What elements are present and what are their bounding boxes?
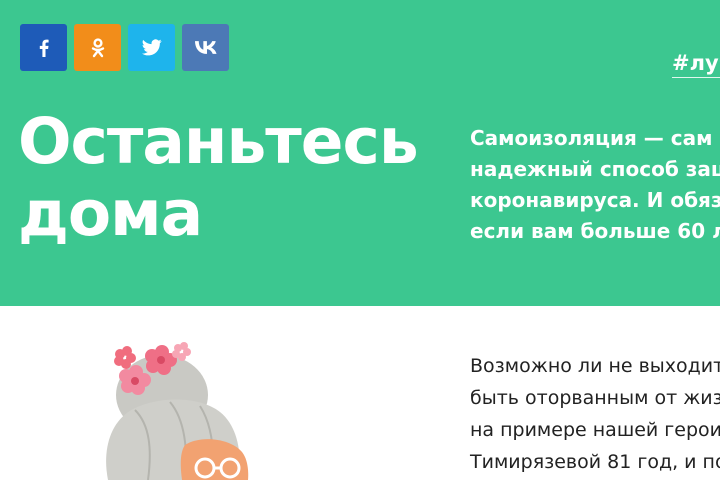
twitter-icon [141,39,162,56]
article-paragraph: Возможно ли не выходит быть оторванным о… [470,350,720,478]
lead-line: если вам больше 60 л [470,219,720,243]
hashtag-link[interactable]: #луч [672,50,720,78]
lead-line: Самоизоляция — сам [470,126,713,150]
odnoklassniki-share-button[interactable] [74,24,121,71]
facebook-share-button[interactable] [20,24,67,71]
paragraph-line: Возможно ли не выходит [470,355,720,377]
facebook-icon [39,39,49,57]
page-title: Останьтесь дома [18,105,419,250]
social-share-bar [20,24,229,71]
hero-banner: #луч Останьтесь дома Самоизоляция — сам … [0,0,720,306]
vk-icon [194,41,217,54]
paragraph-line: на примере нашей герои [470,419,720,441]
vk-share-button[interactable] [182,24,229,71]
odnoklassniki-icon [91,37,105,58]
lead-text: Самоизоляция — сам надежный способ защ к… [470,123,720,247]
paragraph-line: быть оторванным от жиз [470,387,720,409]
twitter-share-button[interactable] [128,24,175,71]
lead-line: коронавируса. И обяз [470,188,720,212]
page-title-line-2: дома [18,177,203,250]
grandmother-illustration [90,340,290,481]
lead-line: надежный способ защ [470,157,720,181]
page-title-line-1: Останьтесь [18,105,419,178]
paragraph-line: Тимирязевой 81 год, и по [470,451,720,473]
